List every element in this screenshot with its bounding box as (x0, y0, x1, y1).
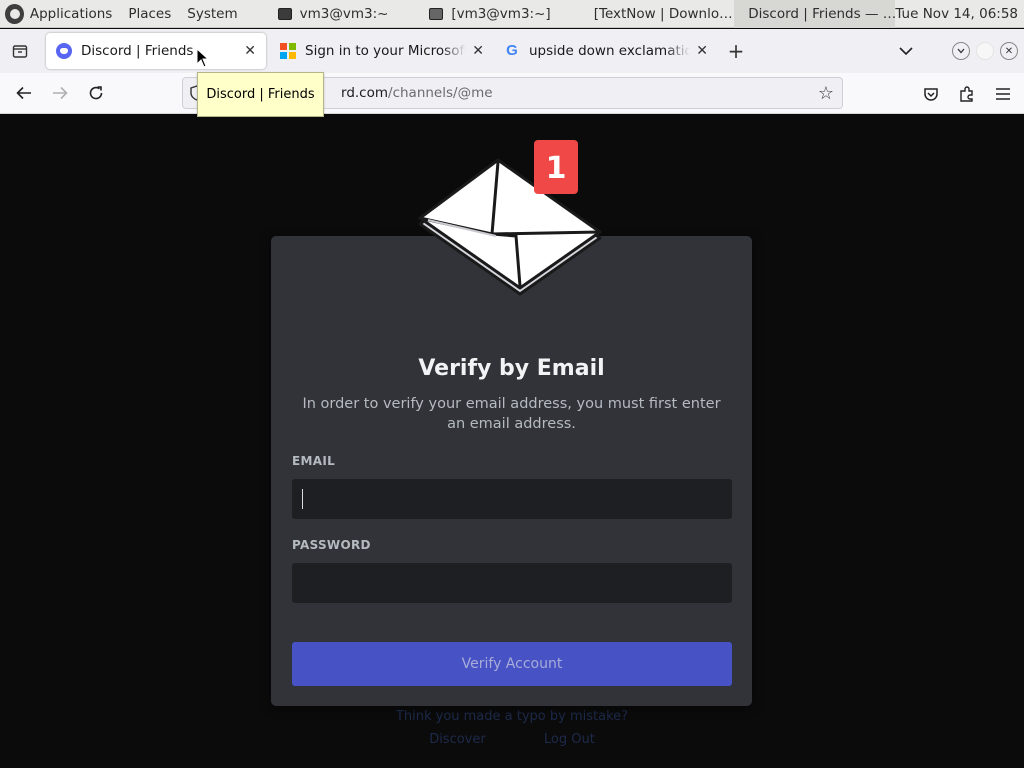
envelope-icon: 1 (418, 140, 602, 296)
chevron-down-icon (899, 47, 913, 56)
new-tab-button[interactable]: + (718, 39, 754, 63)
distro-logo-icon[interactable] (5, 3, 24, 24)
tab-tooltip: Discord | Friends (197, 72, 324, 117)
background-hint-text: Think you made a typo by mistake? (395, 709, 629, 724)
extensions-puzzle-icon[interactable] (956, 83, 978, 105)
top-panel: Applications Places System vm3@vm3:~ [vm… (0, 0, 1024, 28)
url-path: /channels/@me (388, 85, 493, 101)
background-links: Discover Log Out (0, 732, 1024, 747)
forward-button[interactable] (42, 75, 78, 111)
close-window-button[interactable]: ✕ (1000, 42, 1018, 60)
tab-microsoft[interactable]: Sign in to your Microsoft acc ✕ (270, 33, 494, 69)
taskbar-item-label: Discord | Friends — … (748, 5, 896, 22)
bookmark-star-icon[interactable]: ☆ (818, 83, 834, 104)
verify-email-modal: Verify by Email In order to verify your … (271, 236, 752, 706)
clock[interactable]: Tue Nov 14, 06:58 (895, 6, 1018, 22)
notification-badge: 1 (534, 140, 578, 194)
reload-button[interactable] (78, 75, 114, 111)
terminal-icon (429, 7, 444, 20)
taskbar-item-discord[interactable]: Discord | Friends — … (734, 0, 896, 28)
maximize-button[interactable] (976, 42, 994, 60)
url-host: rd.com (341, 85, 389, 101)
back-arrow-icon (16, 86, 31, 100)
taskbar-item-label: [TextNow | Downlo… (593, 5, 733, 22)
text-caret (302, 489, 303, 509)
tab-google[interactable]: G upside down exclamation po ✕ (494, 33, 718, 69)
chevron-down-icon (957, 48, 965, 54)
modal-subtitle: In order to verify your email address, y… (302, 396, 721, 432)
tab-bar: Discord | Friends ✕ Sign in to your Micr… (0, 29, 1024, 73)
discover-link[interactable]: Discover (429, 732, 486, 747)
verify-account-button[interactable]: Verify Account (292, 642, 732, 686)
firefox-view-button[interactable] (0, 29, 40, 73)
taskbar-item-textnow[interactable]: [TextNow | Downlo… (580, 0, 735, 28)
password-label: PASSWORD (292, 538, 371, 552)
taskbar-item-terminal-1[interactable]: vm3@vm3:~ (272, 0, 424, 28)
applications-menu[interactable]: Applications (30, 6, 112, 22)
close-tab-icon[interactable]: ✕ (696, 43, 708, 59)
tab-title: Sign in to your Microsoft acc (305, 43, 467, 59)
terminal-icon (277, 7, 292, 20)
back-button[interactable] (6, 75, 42, 111)
badge-count: 1 (546, 151, 567, 186)
taskbar-item-label: [vm3@vm3:~] (451, 5, 551, 22)
pocket-icon[interactable] (920, 83, 942, 105)
microsoft-icon (280, 43, 296, 59)
email-label: EMAIL (292, 454, 336, 468)
tab-discord[interactable]: Discord | Friends ✕ (46, 33, 266, 69)
reload-icon (89, 86, 103, 100)
tab-title: Discord | Friends (81, 43, 194, 59)
discord-icon (56, 43, 72, 59)
firefox-view-icon (12, 45, 28, 58)
mouse-cursor-icon (196, 48, 210, 68)
close-tab-icon[interactable]: ✕ (244, 43, 256, 59)
close-tab-icon[interactable]: ✕ (472, 43, 484, 59)
password-field[interactable] (292, 563, 732, 603)
email-field[interactable] (292, 479, 732, 519)
places-menu[interactable]: Places (128, 6, 171, 22)
hamburger-menu-icon[interactable] (992, 83, 1014, 105)
taskbar-item-terminal-2[interactable]: [vm3@vm3:~] (423, 0, 579, 28)
modal-title: Verify by Email (418, 356, 605, 381)
logout-link[interactable]: Log Out (544, 732, 595, 747)
minimize-button[interactable] (952, 42, 970, 60)
taskbar-item-label: vm3@vm3:~ (299, 5, 389, 22)
forward-arrow-icon (53, 86, 68, 100)
navigation-toolbar: rd.com /channels/@me ☆ (0, 73, 1024, 114)
list-all-tabs-button[interactable] (891, 33, 921, 69)
tab-title: upside down exclamation po (529, 43, 691, 59)
system-menu[interactable]: System (187, 6, 237, 22)
google-icon: G (506, 42, 518, 59)
